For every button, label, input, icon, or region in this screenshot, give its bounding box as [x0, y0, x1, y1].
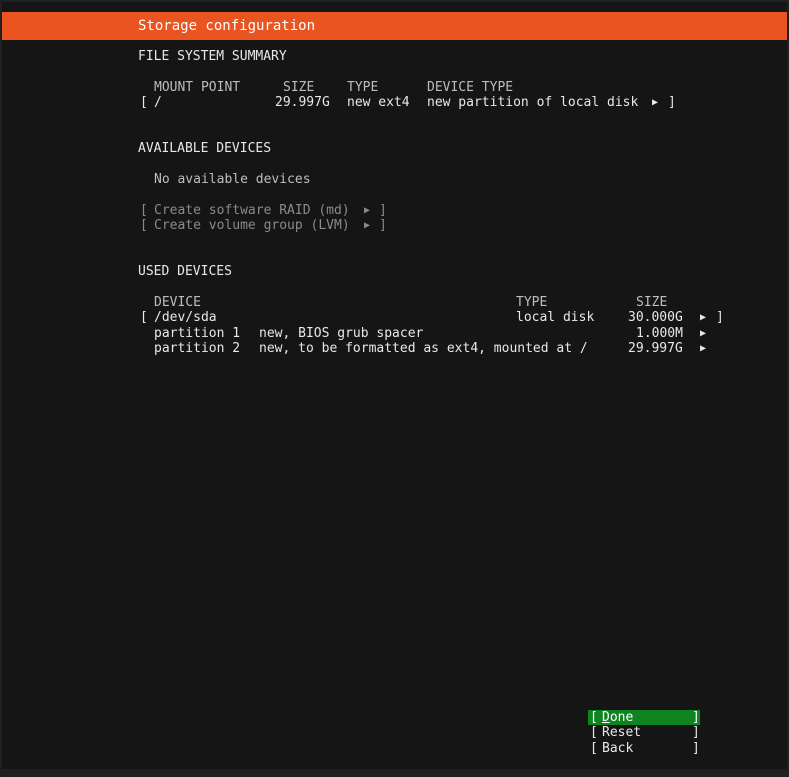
- installer-screen: Storage configuration FILE SYSTEM SUMMAR…: [2, 2, 787, 769]
- device-size: 30.000G: [628, 310, 683, 325]
- open-bracket: [: [140, 218, 148, 233]
- done-hotkey: D: [602, 710, 610, 725]
- fs-summary-heading: FILE SYSTEM SUMMARY: [138, 49, 287, 64]
- screen-title: Storage configuration: [138, 18, 316, 34]
- arrow-icon: ▶: [364, 220, 371, 231]
- close-bracket: ]: [379, 218, 387, 233]
- close-bracket: ]: [668, 95, 676, 110]
- open-bracket: [: [590, 741, 598, 756]
- close-bracket: ]: [692, 741, 700, 756]
- used-col-size: SIZE: [636, 295, 668, 310]
- back-button-label: Back: [602, 741, 634, 756]
- fs-row-type: new ext4: [347, 95, 410, 110]
- partition-size: 1.000M: [636, 326, 683, 341]
- open-bracket: [: [590, 725, 598, 740]
- partition-name: partition 1: [154, 326, 241, 341]
- done-label-rest: one: [609, 710, 634, 725]
- used-col-type: TYPE: [516, 295, 548, 310]
- expand-arrow-icon: ▶: [700, 343, 707, 354]
- done-button[interactable]: [ Done ]: [588, 710, 700, 725]
- create-lvm-label: Create volume group (LVM): [154, 218, 350, 233]
- fs-col-device-type: DEVICE TYPE: [427, 80, 514, 95]
- fs-row-device-type: new partition of local disk: [427, 95, 639, 110]
- create-raid-label: Create software RAID (md): [154, 203, 350, 218]
- reset-button[interactable]: [ Reset ]: [588, 725, 700, 740]
- back-button[interactable]: [ Back ]: [588, 741, 700, 756]
- fs-col-size: SIZE: [283, 80, 315, 95]
- close-bracket: ]: [692, 725, 700, 740]
- fs-row-mount: /: [154, 95, 162, 110]
- device-name: /dev/sda: [154, 310, 217, 325]
- expand-arrow-icon: ▶: [700, 312, 707, 323]
- partition-name: partition 2: [154, 341, 241, 356]
- arrow-icon: ▶: [364, 205, 371, 216]
- expand-arrow-icon: ▶: [700, 328, 707, 339]
- close-bracket: ]: [716, 310, 724, 325]
- reset-button-label: Reset: [602, 725, 642, 740]
- partition-desc: new, to be formatted as ext4, mounted at…: [259, 341, 588, 356]
- close-bracket: ]: [379, 203, 387, 218]
- fs-col-mount-point: MOUNT POINT: [154, 80, 241, 95]
- open-bracket: [: [140, 310, 148, 325]
- available-devices-heading: AVAILABLE DEVICES: [138, 141, 272, 156]
- fs-row-size: 29.997G: [275, 95, 330, 110]
- open-bracket: [: [590, 710, 598, 725]
- open-bracket: [: [140, 95, 148, 110]
- expand-arrow-icon: ▶: [652, 97, 659, 108]
- fs-col-type: TYPE: [347, 80, 379, 95]
- open-bracket: [: [140, 203, 148, 218]
- partition-desc: new, BIOS grub spacer: [259, 326, 424, 341]
- partition-size: 29.997G: [628, 341, 683, 356]
- device-type: local disk: [516, 310, 595, 325]
- used-col-device: DEVICE: [154, 295, 201, 310]
- done-button-label: Done: [602, 710, 633, 725]
- used-devices-heading: USED DEVICES: [138, 264, 232, 279]
- title-bar: Storage configuration: [2, 12, 787, 40]
- close-bracket: ]: [692, 710, 700, 725]
- no-available-devices-text: No available devices: [154, 172, 311, 187]
